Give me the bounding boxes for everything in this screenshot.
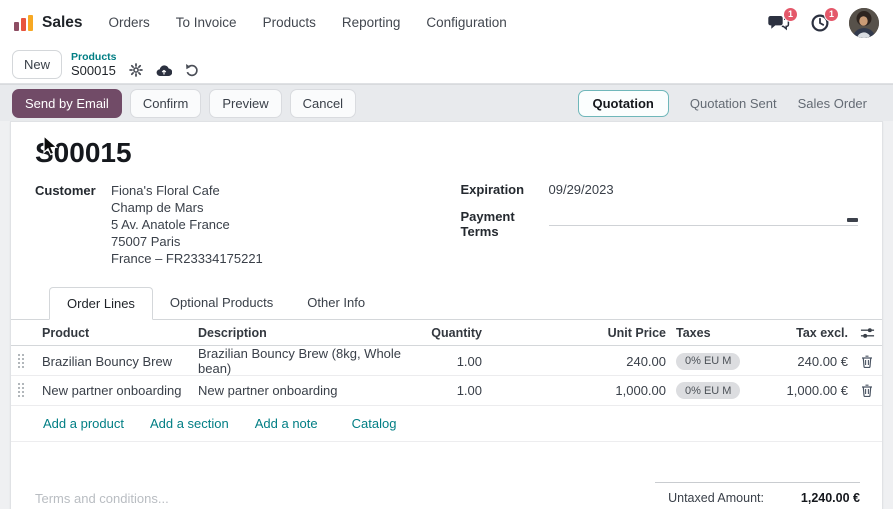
terms-and-conditions-input[interactable]: Terms and conditions...	[35, 482, 655, 506]
discard-undo-icon[interactable]	[185, 63, 199, 77]
nav-item-products[interactable]: Products	[263, 15, 316, 30]
payment-terms-label: Payment Terms	[461, 209, 549, 239]
form-fields: Customer Fiona's Floral Cafe Champ de Ma…	[35, 182, 858, 267]
customer-field[interactable]: Fiona's Floral Cafe Champ de Mars 5 Av. …	[111, 182, 263, 267]
cell-quantity[interactable]: 1.00	[430, 383, 486, 398]
status-quotation[interactable]: Quotation	[578, 90, 669, 117]
quotation-form-sheet: S00015 Customer Fiona's Floral Cafe Cham…	[10, 121, 883, 509]
col-quantity[interactable]: Quantity	[430, 326, 486, 340]
delete-row-icon[interactable]	[852, 355, 882, 368]
customer-address-line: 5 Av. Anatole France	[111, 216, 263, 233]
drag-handle-icon[interactable]	[11, 354, 32, 369]
tab-order-lines[interactable]: Order Lines	[49, 287, 153, 320]
nav-right: 1 1	[767, 8, 879, 38]
col-description[interactable]: Description	[190, 326, 430, 340]
order-line-row[interactable]: Brazilian Bouncy Brew Brazilian Bouncy B…	[11, 346, 882, 376]
cancel-button[interactable]: Cancel	[290, 89, 356, 118]
nav-item-reporting[interactable]: Reporting	[342, 15, 401, 30]
cell-product[interactable]: Brazilian Bouncy Brew	[32, 354, 190, 369]
customer-address-line: 75007 Paris	[111, 233, 263, 250]
nav-item-to-invoice[interactable]: To Invoice	[176, 15, 237, 30]
messages-button[interactable]: 1	[767, 11, 791, 35]
cell-unit-price[interactable]: 1,000.00	[486, 383, 670, 398]
payment-terms-caret-icon	[847, 218, 858, 222]
tab-other-info[interactable]: Other Info	[290, 287, 382, 320]
notebook-tabs: Order Lines Optional Products Other Info	[11, 286, 882, 320]
add-a-section-link[interactable]: Add a section	[150, 416, 229, 431]
nav-item-configuration[interactable]: Configuration	[426, 15, 506, 30]
top-navbar: Sales Orders To Invoice Products Reporti…	[0, 0, 893, 45]
delete-row-icon[interactable]	[852, 384, 882, 397]
status-bar: Quotation Quotation Sent Sales Order	[578, 90, 882, 117]
breadcrumb-bar: New Products S00015	[0, 45, 893, 84]
breadcrumb-current: S00015	[71, 63, 116, 78]
app-name[interactable]: Sales	[42, 14, 83, 32]
quotation-title[interactable]: S00015	[35, 137, 882, 169]
cell-quantity[interactable]: 1.00	[430, 354, 486, 369]
tax-tag[interactable]: 0% EU M	[676, 353, 740, 370]
customer-label: Customer	[35, 182, 111, 267]
preview-button[interactable]: Preview	[209, 89, 281, 118]
order-lines-header: Product Description Quantity Unit Price …	[11, 320, 882, 346]
nav-item-orders[interactable]: Orders	[109, 15, 150, 30]
sales-app-logo-icon[interactable]	[14, 15, 33, 31]
messages-badge: 1	[783, 7, 798, 22]
order-lines-footer-links: Add a product Add a section Add a note C…	[11, 406, 882, 442]
settings-gear-icon[interactable]	[129, 63, 143, 77]
col-tax-excl[interactable]: Tax excl.	[770, 326, 852, 340]
odoo-sales-quotation-screen: Sales Orders To Invoice Products Reporti…	[0, 0, 893, 509]
status-sales-order[interactable]: Sales Order	[798, 96, 867, 111]
customer-address-line: France – FR23334175221	[111, 250, 263, 267]
cell-description[interactable]: New partner onboarding	[190, 383, 430, 398]
activities-button[interactable]: 1	[808, 11, 832, 35]
status-quotation-sent[interactable]: Quotation Sent	[690, 96, 777, 111]
tax-tag[interactable]: 0% EU M	[676, 382, 740, 399]
optional-columns-icon[interactable]	[852, 327, 882, 339]
save-cloud-icon[interactable]	[156, 64, 172, 77]
sheet-footer: Terms and conditions... Untaxed Amount: …	[11, 482, 882, 509]
add-a-product-link[interactable]: Add a product	[43, 416, 124, 431]
breadcrumb: Products S00015	[71, 51, 199, 78]
action-strip: Send by Email Confirm Preview Cancel Quo…	[0, 84, 893, 121]
untaxed-amount-value: 1,240.00 €	[782, 491, 860, 505]
catalog-link[interactable]: Catalog	[352, 416, 397, 431]
totals-block: Untaxed Amount: 1,240.00 € TVA 0%: 0.00 …	[655, 482, 860, 509]
cell-unit-price[interactable]: 240.00	[486, 354, 670, 369]
add-a-note-link[interactable]: Add a note	[255, 416, 318, 431]
breadcrumb-parent-link[interactable]: Products	[71, 51, 199, 63]
cell-description[interactable]: Brazilian Bouncy Brew (8kg, Whole bean)	[190, 346, 430, 376]
activities-badge: 1	[824, 7, 839, 22]
drag-handle-icon[interactable]	[11, 383, 32, 398]
customer-address-line: Champ de Mars	[111, 199, 263, 216]
main-menu: Orders To Invoice Products Reporting Con…	[109, 15, 507, 30]
cell-subtotal: 1,000.00 €	[770, 383, 852, 398]
col-product[interactable]: Product	[32, 326, 190, 340]
avatar[interactable]	[849, 8, 879, 38]
cell-subtotal: 240.00 €	[770, 354, 852, 369]
tab-optional-products[interactable]: Optional Products	[153, 287, 290, 320]
send-by-email-button[interactable]: Send by Email	[12, 89, 122, 118]
order-line-row[interactable]: New partner onboarding New partner onboa…	[11, 376, 882, 406]
new-button[interactable]: New	[12, 50, 62, 79]
expiration-input[interactable]: 09/29/2023	[549, 182, 614, 197]
confirm-button[interactable]: Confirm	[130, 89, 202, 118]
customer-name[interactable]: Fiona's Floral Cafe	[111, 182, 263, 199]
payment-terms-input[interactable]	[549, 209, 859, 226]
avatar-image	[849, 8, 879, 38]
expiration-label: Expiration	[461, 182, 549, 197]
col-unit-price[interactable]: Unit Price	[486, 326, 670, 340]
col-taxes[interactable]: Taxes	[670, 326, 770, 340]
cell-product[interactable]: New partner onboarding	[32, 383, 190, 398]
untaxed-amount-label: Untaxed Amount:	[668, 491, 764, 505]
